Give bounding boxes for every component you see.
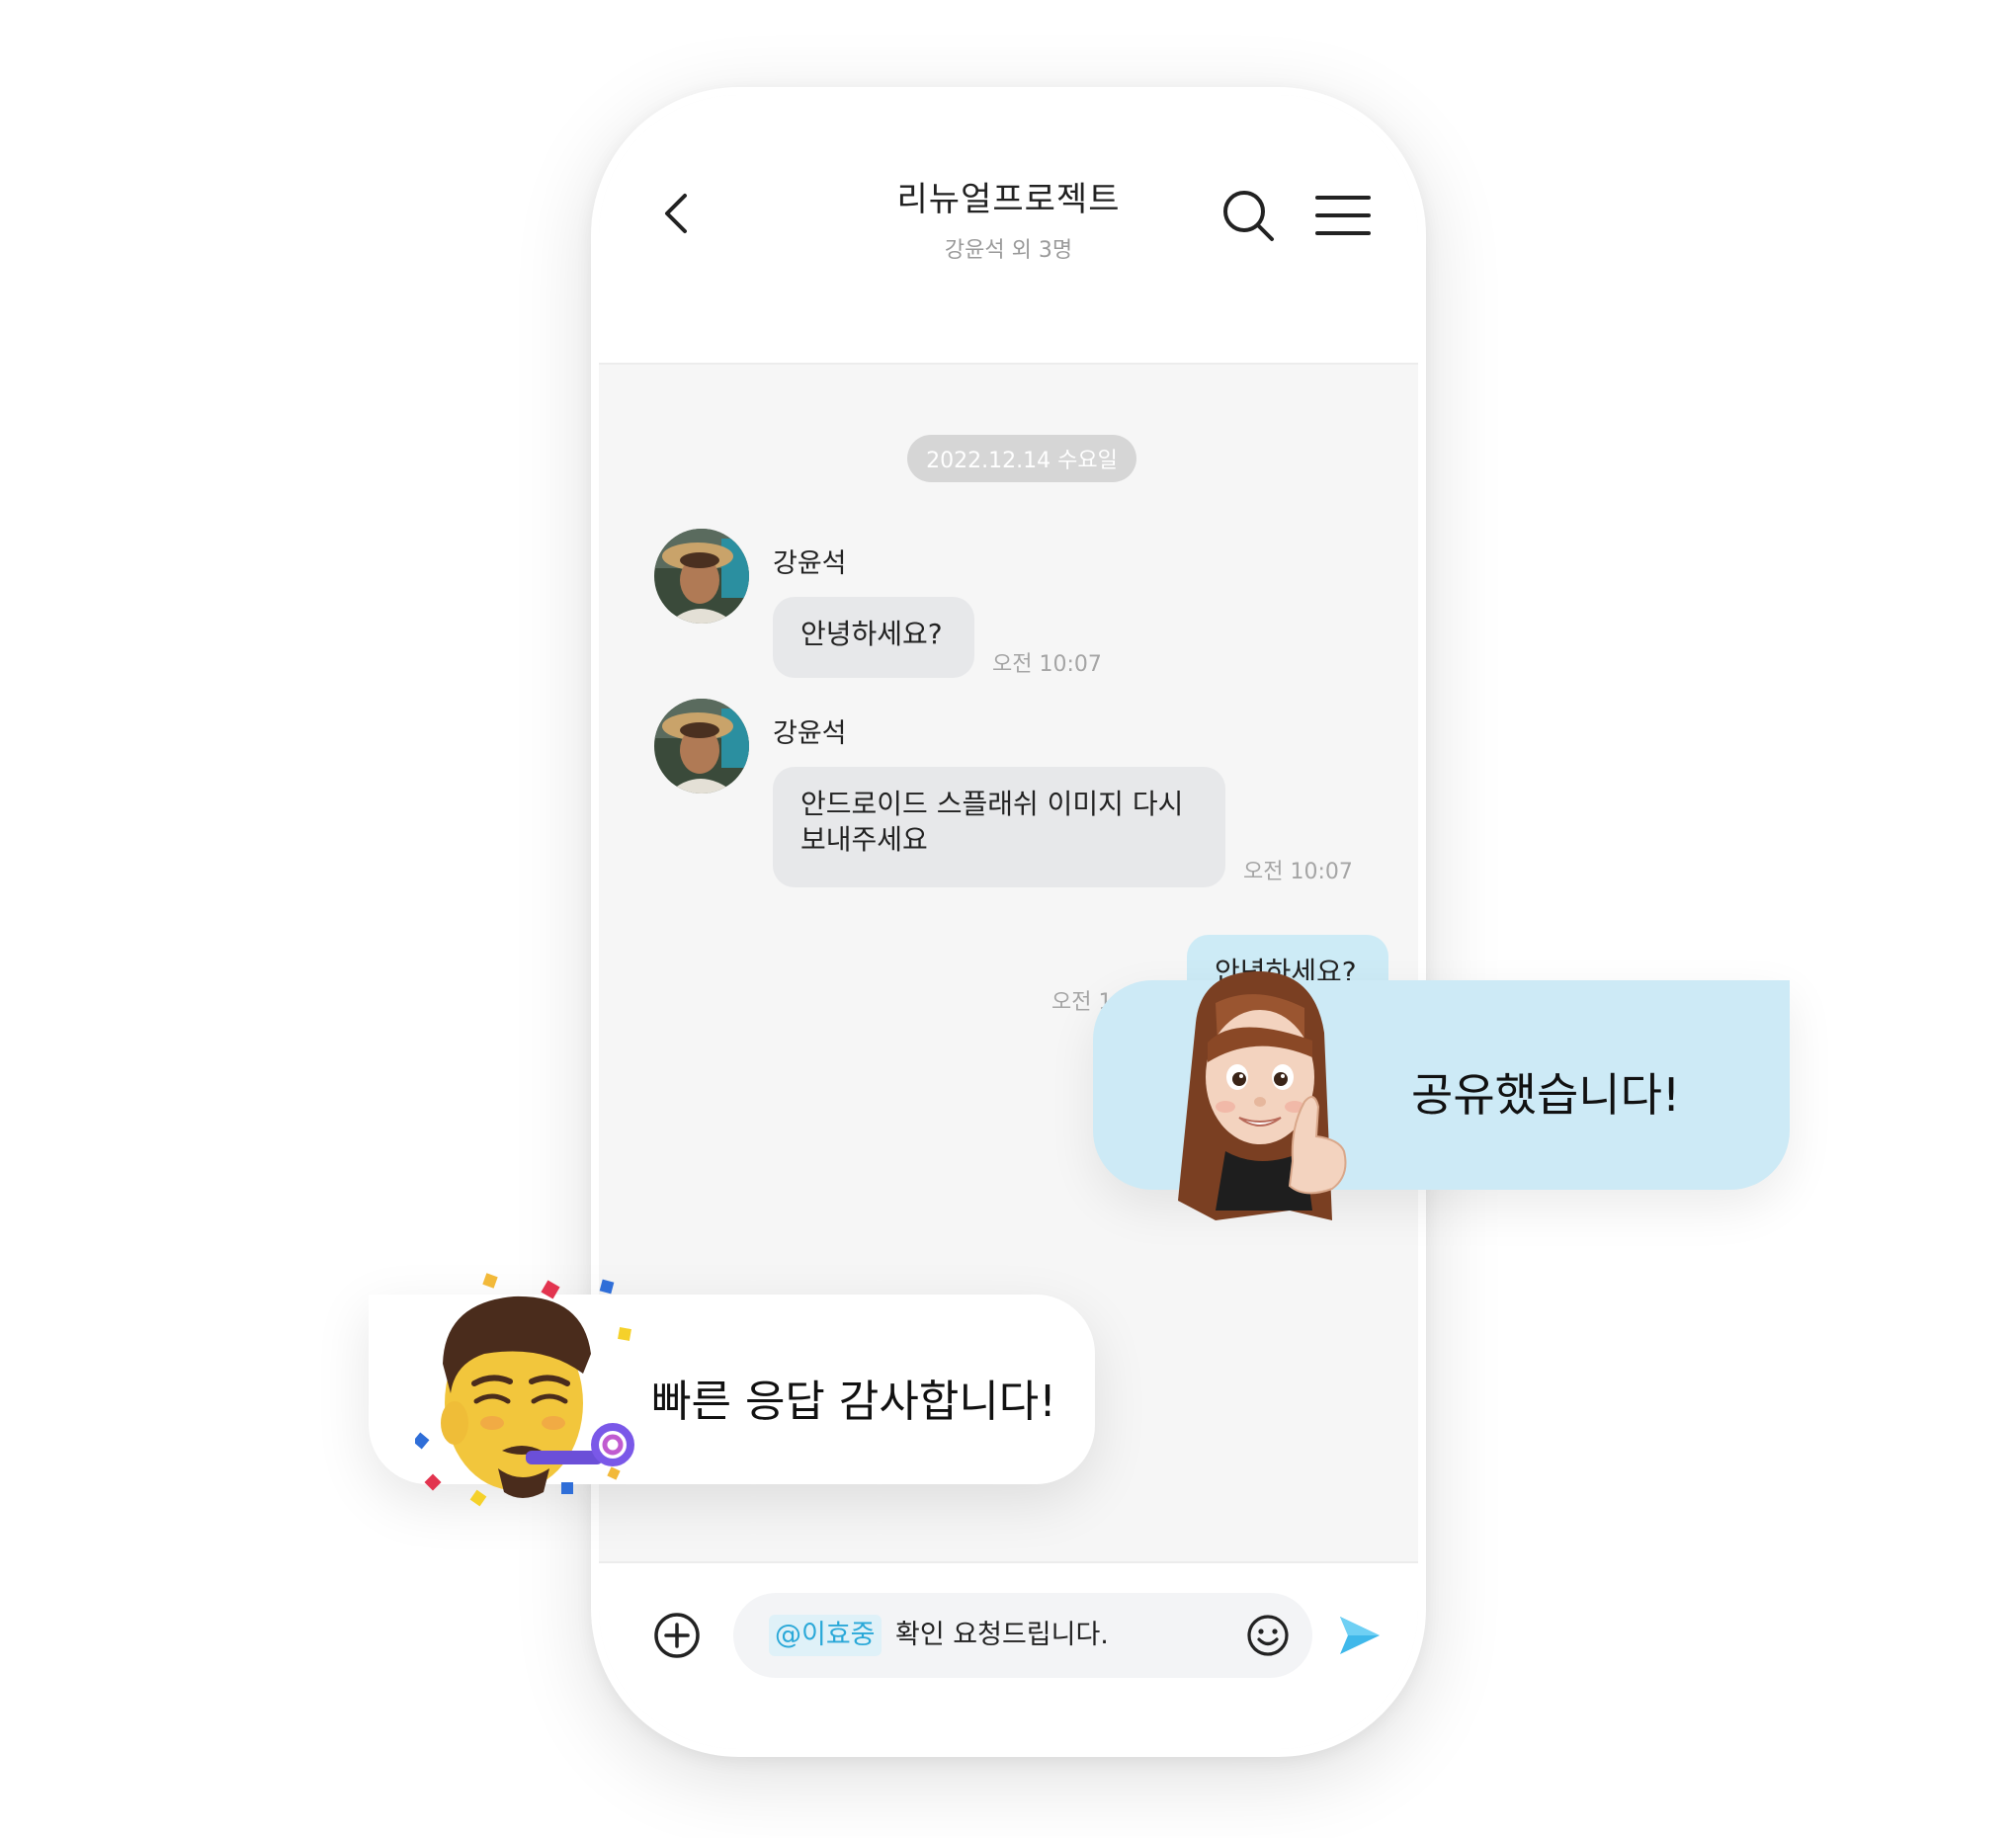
user-photo-icon [654, 529, 749, 624]
plus-circle-icon [654, 1613, 700, 1658]
message-composer: @이효중 확인 요청드립니다. [599, 1561, 1418, 1749]
chat-header: 리뉴얼프로젝트 강윤석 외 3명 [599, 95, 1418, 365]
hamburger-menu-icon [1315, 196, 1371, 235]
thanks-text: 빠른 응답 감사합니다! [651, 1377, 1056, 1427]
confetti-icon [415, 1273, 631, 1507]
message-text-line: 보내주세요 [800, 823, 928, 856]
chat-screen: 리뉴얼프로젝트 강윤석 외 3명 2022.12.14 수요일 강윤석 안녕하세… [599, 95, 1418, 1749]
avatar[interactable] [654, 529, 749, 624]
chevron-left-icon [665, 194, 687, 233]
back-button[interactable] [646, 184, 706, 243]
shared-text: 공유했습니다! [1411, 1068, 1681, 1122]
search-button[interactable] [1218, 186, 1278, 245]
app-stage: 리뉴얼프로젝트 강윤석 외 3명 2022.12.14 수요일 강윤석 안녕하세… [0, 0, 2016, 1838]
search-icon [1223, 191, 1274, 241]
message-bubble[interactable]: 안드로이드 스플래쉬 이미지 다시 보내주세요 [773, 767, 1225, 887]
input-text: 확인 요청드립니다. [895, 1620, 1109, 1650]
title-block: 리뉴얼프로젝트 강윤석 외 3명 [599, 172, 1418, 264]
sender-name: 강윤석 [773, 718, 847, 749]
send-button[interactable] [1336, 1613, 1382, 1658]
menu-button[interactable] [1313, 190, 1373, 241]
smiley-icon [1247, 1615, 1289, 1656]
sender-name: 강윤석 [773, 548, 847, 579]
participants-summary: 강윤석 외 3명 [944, 238, 1073, 263]
message-text: 안녕하세요? [800, 618, 943, 650]
memoji-girl-thumbs-up-icon [1178, 970, 1347, 1220]
phone-frame: 리뉴얼프로젝트 강윤석 외 3명 2022.12.14 수요일 강윤석 안녕하세… [591, 87, 1426, 1757]
message-bubble[interactable]: 안녕하세요? [773, 597, 974, 678]
avatar[interactable] [654, 699, 749, 794]
mention-tag[interactable]: @이효중 [769, 1615, 882, 1656]
message-time: 오전 10:07 [1243, 860, 1353, 884]
message-text-line: 안드로이드 스플래쉬 이미지 다시 [800, 788, 1184, 820]
attach-button[interactable] [652, 1611, 702, 1660]
message-time: 오전 10:07 [992, 652, 1102, 677]
send-arrow-icon [1340, 1617, 1380, 1654]
user-photo-icon [654, 699, 749, 794]
message-input[interactable]: @이효중 확인 요청드립니다. [733, 1593, 1312, 1678]
emoji-button[interactable] [1245, 1613, 1291, 1658]
chat-room-title: 리뉴얼프로젝트 [896, 180, 1121, 219]
date-divider: 2022.12.14 수요일 [907, 435, 1136, 482]
